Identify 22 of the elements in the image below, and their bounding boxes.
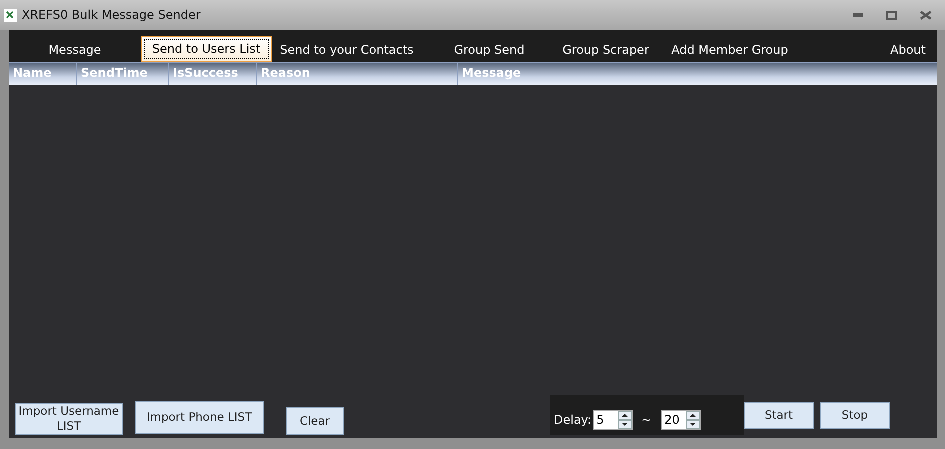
- import-button[interactable]: Import Phone LIST: [135, 401, 264, 434]
- tab[interactable]: About: [805, 38, 935, 62]
- window-title: XREFS0 Bulk Message Sender: [22, 8, 201, 22]
- start-button[interactable]: Start: [744, 402, 814, 429]
- delay-label: Delay:: [554, 413, 592, 427]
- range-separator: ~: [642, 413, 652, 427]
- tab[interactable]: Add Member Group: [655, 38, 805, 62]
- tab[interactable]: Send to Users List: [141, 36, 272, 62]
- tab[interactable]: Group Scraper: [557, 38, 655, 62]
- spinner-arrows-icon[interactable]: [686, 411, 700, 429]
- import-button[interactable]: Import Username LIST: [15, 403, 123, 435]
- maximize-icon[interactable]: [886, 10, 897, 20]
- stop-button[interactable]: Stop: [820, 402, 890, 429]
- tab[interactable]: Group Send: [422, 38, 557, 62]
- tab[interactable]: Send to your Contacts: [272, 38, 422, 62]
- tab[interactable]: Message: [9, 38, 141, 62]
- app-icon: [4, 8, 17, 22]
- spinner-arrows-icon[interactable]: [618, 411, 632, 429]
- spin-field[interactable]: 20: [660, 410, 701, 430]
- clear-button[interactable]: Clear: [286, 407, 344, 435]
- spin-field[interactable]: 5: [592, 410, 633, 430]
- close-icon[interactable]: [920, 10, 932, 20]
